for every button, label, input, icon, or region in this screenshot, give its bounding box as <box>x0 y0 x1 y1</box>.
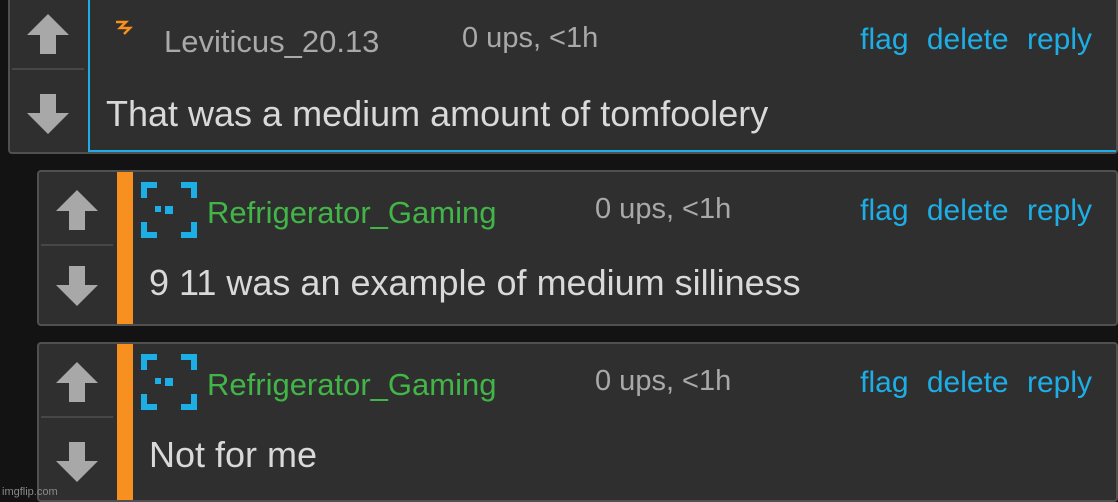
comment-actions: flag delete reply <box>850 366 1092 400</box>
pixel-square-icon <box>139 352 199 417</box>
pixel-square-icon <box>139 180 199 245</box>
arrow-up-icon <box>56 190 98 230</box>
downvote-button[interactable] <box>41 252 113 322</box>
comment-text: Not for me <box>149 434 318 475</box>
upvote-button[interactable] <box>12 0 84 70</box>
delete-link[interactable]: delete <box>927 194 1009 227</box>
vote-column <box>39 344 117 500</box>
comment: Refrigerator_Gaming 0 ups, <1h flag dele… <box>37 342 1118 502</box>
arrow-up-icon <box>56 362 98 402</box>
vote-column <box>39 172 117 324</box>
comment-actions: flag delete reply <box>850 23 1092 57</box>
vote-column <box>10 0 88 152</box>
comment-body: Refrigerator_Gaming 0 ups, <1h flag dele… <box>117 344 1116 500</box>
upvote-button[interactable] <box>41 174 113 246</box>
username-link[interactable]: Leviticus_20.13 <box>164 24 379 60</box>
watermark: imgflip.com <box>2 486 58 498</box>
delete-link[interactable]: delete <box>927 23 1009 56</box>
flag-link[interactable]: flag <box>860 194 908 227</box>
comment-actions: flag delete reply <box>850 194 1092 228</box>
comment-body: Refrigerator_Gaming 0 ups, <1h flag dele… <box>117 172 1116 324</box>
username-link[interactable]: Refrigerator_Gaming <box>207 367 496 403</box>
delete-link[interactable]: delete <box>927 366 1009 399</box>
comment-header: Leviticus_20.13 0 ups, <1h flag delete r… <box>90 0 1116 78</box>
arrow-up-icon <box>27 14 69 54</box>
comment-header: Refrigerator_Gaming 0 ups, <1h flag dele… <box>133 172 1116 252</box>
lightning-icon <box>112 20 136 41</box>
comment-body: Leviticus_20.13 0 ups, <1h flag delete r… <box>88 0 1116 152</box>
flag-link[interactable]: flag <box>860 366 908 399</box>
arrow-down-icon <box>56 442 98 482</box>
comment-meta: 0 ups, <1h <box>595 193 732 225</box>
reply-link[interactable]: reply <box>1027 23 1092 56</box>
comment: Leviticus_20.13 0 ups, <1h flag delete r… <box>8 0 1118 154</box>
username-link[interactable]: Refrigerator_Gaming <box>207 195 496 231</box>
arrow-down-icon <box>27 94 69 134</box>
flag-link[interactable]: flag <box>860 23 908 56</box>
comment-meta: 0 ups, <1h <box>462 22 599 54</box>
arrow-down-icon <box>56 266 98 306</box>
comment-text: That was a medium amount of tomfoolery <box>106 93 769 134</box>
comment-meta: 0 ups, <1h <box>595 365 732 397</box>
upvote-button[interactable] <box>41 346 113 418</box>
comment-header: Refrigerator_Gaming 0 ups, <1h flag dele… <box>133 344 1116 424</box>
comment: Refrigerator_Gaming 0 ups, <1h flag dele… <box>37 170 1118 326</box>
downvote-button[interactable] <box>12 80 84 150</box>
comment-text: 9 11 was an example of medium silliness <box>149 262 801 303</box>
reply-link[interactable]: reply <box>1027 194 1092 227</box>
reply-link[interactable]: reply <box>1027 366 1092 399</box>
